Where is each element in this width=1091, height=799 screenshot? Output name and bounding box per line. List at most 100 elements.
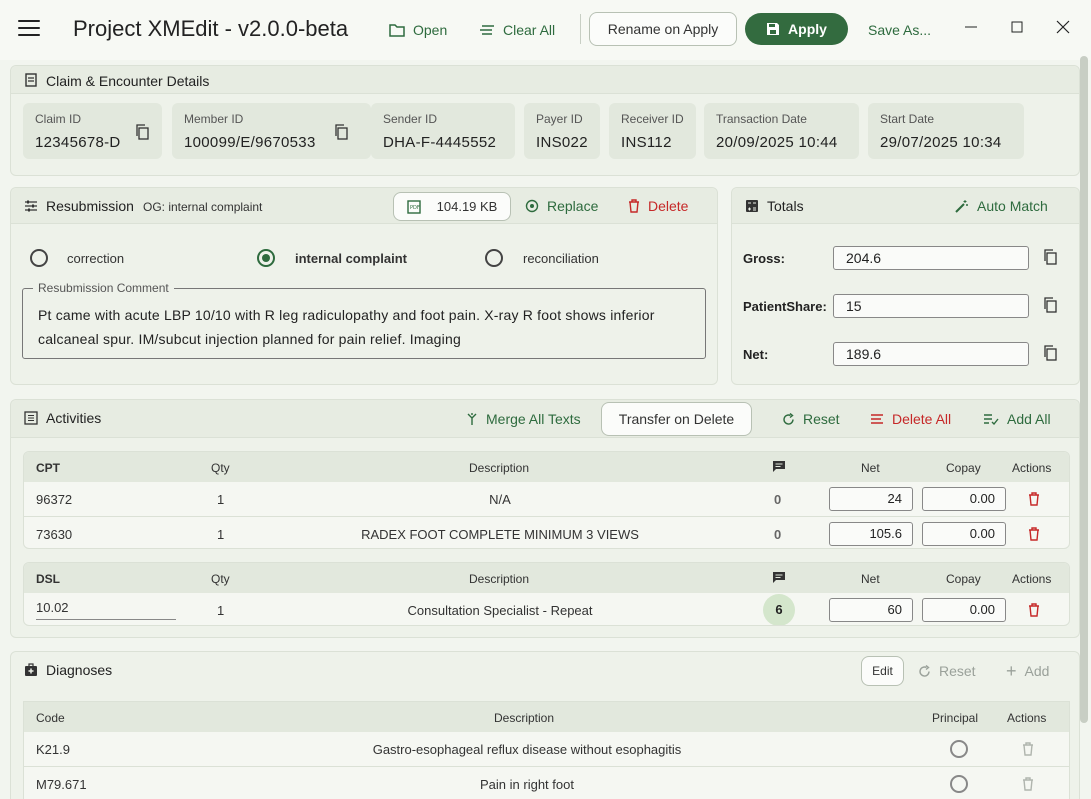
sender-id-value: DHA-F-4445552: [383, 134, 497, 151]
apply-button[interactable]: Apply: [745, 13, 848, 45]
principal-radio[interactable]: [950, 775, 968, 793]
calculator-icon: [746, 200, 758, 212]
diagnosis-description: Gastro-esophageal reflux disease without…: [372, 742, 682, 757]
net-input[interactable]: 24: [829, 487, 913, 511]
activities-header: Activities Merge All Texts Transfer on D…: [11, 400, 1079, 438]
replace-icon: [525, 199, 539, 213]
add-all-button[interactable]: Add All: [983, 411, 1051, 427]
file-attachment-button[interactable]: PDF 104.19 KB: [393, 192, 511, 221]
cpt-table-header: CPT Qty Description Net Copay Actions: [24, 452, 1069, 482]
diagnoses-table: Code Description Principal Actions K21.9…: [23, 701, 1070, 799]
list-icon: [24, 411, 38, 425]
radio-internal-complaint[interactable]: [257, 249, 275, 267]
delete-label: Delete: [648, 198, 689, 214]
rename-on-apply-button[interactable]: Rename on Apply: [589, 12, 737, 46]
claim-id-label: Claim ID: [35, 112, 82, 126]
payer-id-label: Payer ID: [536, 112, 583, 126]
edit-label: Edit: [872, 664, 893, 678]
close-icon[interactable]: [1054, 18, 1072, 36]
radio-internal-complaint-label: internal complaint: [295, 251, 407, 266]
net-input[interactable]: 189.6: [833, 342, 1029, 366]
principal-radio[interactable]: [950, 740, 968, 758]
replace-label: Replace: [547, 198, 599, 214]
transaction-date-label: Transaction Date: [716, 112, 807, 126]
payer-id-value: INS022: [536, 134, 588, 151]
plus-icon: +: [1006, 660, 1017, 681]
menu-icon[interactable]: [18, 20, 40, 38]
edit-diagnoses-button[interactable]: Edit: [861, 656, 904, 686]
delete-row-icon[interactable]: [1028, 603, 1040, 617]
add-label: Add: [1024, 663, 1050, 679]
merge-all-texts-button[interactable]: Merge All Texts: [466, 411, 581, 427]
code-header: CPT: [36, 461, 60, 475]
net-input[interactable]: 105.6: [829, 522, 913, 546]
delete-all-label: Delete All: [892, 411, 952, 427]
transfer-on-delete-button[interactable]: Transfer on Delete: [601, 402, 752, 436]
auto-match-label: Auto Match: [977, 198, 1048, 214]
gross-input[interactable]: 204.6: [833, 246, 1029, 270]
payer-id-chip: Payer ID INS022: [524, 103, 600, 159]
comment-icon: [773, 461, 785, 472]
receiver-id-value: INS112: [621, 134, 672, 151]
open-button[interactable]: Open: [389, 14, 447, 46]
delete-row-icon[interactable]: [1022, 742, 1034, 756]
qty-header: Qty: [211, 461, 230, 475]
actions-header: Actions: [1012, 572, 1052, 586]
diagnoses-card: Diagnoses Edit Reset + Add Code Descript…: [10, 651, 1080, 799]
claim-details-header: Claim & Encounter Details: [11, 66, 1079, 94]
transaction-date-value: 20/09/2025 10:44: [716, 134, 838, 151]
toolbar-divider: [580, 14, 581, 44]
delete-row-icon[interactable]: [1028, 527, 1040, 541]
delete-row-icon[interactable]: [1028, 492, 1040, 506]
replace-button[interactable]: Replace: [525, 198, 598, 214]
copy-icon[interactable]: [135, 124, 149, 140]
comment-label: Resubmission Comment: [33, 281, 174, 295]
dsl-table-header: DSL Qty Description Net Copay Actions: [24, 563, 1069, 593]
delete-file-button[interactable]: Delete: [628, 198, 688, 214]
copy-icon[interactable]: [1043, 249, 1057, 265]
member-id-chip: Member ID 100099/E/9670533: [172, 103, 371, 159]
copay-input[interactable]: 0.00: [922, 598, 1006, 622]
tune-icon: [25, 200, 37, 212]
copay-input[interactable]: 0.00: [922, 487, 1006, 511]
reset-diagnoses-button[interactable]: Reset: [918, 663, 976, 679]
save-icon: [767, 23, 780, 35]
comment-count[interactable]: 0: [774, 492, 781, 507]
diagnoses-header: Diagnoses Edit Reset + Add: [11, 652, 1079, 690]
table-row: 96372 1 N/A 0 24 0.00: [24, 482, 1069, 516]
comment-count-badge[interactable]: 6: [763, 594, 795, 625]
patient-share-input[interactable]: 15: [833, 294, 1029, 318]
net-input[interactable]: 60: [829, 598, 913, 622]
minimize-icon[interactable]: [962, 18, 980, 36]
resubmission-comment-field[interactable]: Resubmission Comment Pt came with acute …: [22, 281, 706, 359]
delete-row-icon[interactable]: [1022, 777, 1034, 791]
clear-all-button[interactable]: Clear All: [479, 14, 555, 46]
comment-icon: [773, 572, 785, 583]
sender-id-chip: Sender ID DHA-F-4445552: [371, 103, 515, 159]
copay-header: Copay: [946, 572, 981, 586]
clear-all-label: Clear All: [503, 22, 556, 38]
diagnoses-title: Diagnoses: [46, 662, 113, 678]
vertical-scrollbar[interactable]: [1080, 56, 1088, 723]
copay-input[interactable]: 0.00: [922, 522, 1006, 546]
comment-count[interactable]: 0: [774, 527, 781, 542]
maximize-icon[interactable]: [1008, 18, 1026, 36]
reset-label: Reset: [803, 411, 840, 427]
reset-activities-button[interactable]: Reset: [782, 411, 840, 427]
qty-header: Qty: [211, 572, 230, 586]
delete-all-button[interactable]: Delete All: [870, 411, 951, 427]
auto-match-button[interactable]: Auto Match: [954, 198, 1048, 214]
refresh-icon: [919, 664, 930, 677]
add-diagnosis-button[interactable]: + Add: [1006, 660, 1050, 681]
diagnoses-table-header: Code Description Principal Actions: [24, 702, 1069, 732]
copy-icon[interactable]: [334, 124, 348, 140]
radio-reconciliation[interactable]: [485, 249, 503, 267]
save-as-button[interactable]: Save As...: [868, 14, 931, 46]
add-all-label: Add All: [1007, 411, 1051, 427]
copy-icon[interactable]: [1043, 345, 1057, 361]
radio-correction[interactable]: [30, 249, 48, 267]
cpt-table: CPT Qty Description Net Copay Actions 96…: [23, 451, 1070, 549]
claim-details-title: Claim & Encounter Details: [46, 73, 210, 89]
copy-icon[interactable]: [1043, 297, 1057, 313]
apply-label: Apply: [788, 21, 827, 37]
